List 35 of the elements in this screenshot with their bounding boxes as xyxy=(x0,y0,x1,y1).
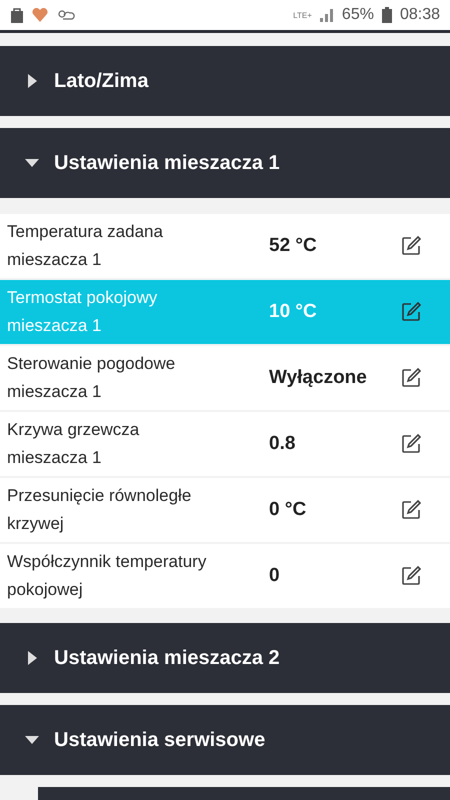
network-type: LTE+ xyxy=(293,10,312,20)
setting-label: Sterowanie pogodowe mieszacza 1 xyxy=(6,353,176,403)
setting-value: 0.8 xyxy=(268,433,296,455)
setting-value: Wyłączone xyxy=(268,367,367,389)
setting-label: Termostat pokojowy mieszacza 1 xyxy=(6,287,158,337)
setting-row[interactable]: Przesunięcie równoległe krzywej 0 °C xyxy=(0,478,450,542)
section-header[interactable]: Lato/Zima xyxy=(0,46,450,116)
battery-icon xyxy=(382,7,392,23)
setting-value: 10 °C xyxy=(268,301,317,323)
edit-icon[interactable] xyxy=(400,433,422,455)
section-header[interactable]: Ustawienia mieszacza 1 xyxy=(0,128,450,198)
edit-icon[interactable] xyxy=(400,301,422,323)
setting-row[interactable]: Temperatura zadana mieszacza 1 52 °C xyxy=(0,214,450,278)
setting-row[interactable]: Współczynnik temperatury pokojowej 0 xyxy=(0,544,450,608)
bag-icon xyxy=(10,7,24,23)
section-header[interactable]: Ustawienia serwisowe xyxy=(0,705,450,775)
battery-percent: 65% xyxy=(342,6,374,24)
setting-row[interactable]: Sterowanie pogodowe mieszacza 1 Wyłączone xyxy=(0,346,450,410)
setting-label: Przesunięcie równoległe krzywej xyxy=(6,485,192,535)
clock: 08:38 xyxy=(400,6,440,24)
section-header[interactable]: Ustawienia mieszacza 2 xyxy=(0,623,450,693)
setting-label: Temperatura zadana mieszacza 1 xyxy=(6,221,164,271)
edit-icon[interactable] xyxy=(400,235,422,257)
heart-icon xyxy=(32,8,48,22)
signal-icon xyxy=(320,8,334,22)
setting-label: Współczynnik temperatury pokojowej xyxy=(6,551,208,601)
weather-icon xyxy=(56,8,76,22)
edit-icon[interactable] xyxy=(400,499,422,521)
setting-value: 52 °C xyxy=(268,235,317,257)
setting-value: 0 °C xyxy=(268,499,306,521)
setting-value: 0 xyxy=(268,565,280,587)
setting-row[interactable]: Krzywa grzewcza mieszacza 1 0.8 xyxy=(0,412,450,476)
edit-icon[interactable] xyxy=(400,565,422,587)
edit-icon[interactable] xyxy=(400,367,422,389)
setting-label: Krzywa grzewcza mieszacza 1 xyxy=(6,419,140,469)
